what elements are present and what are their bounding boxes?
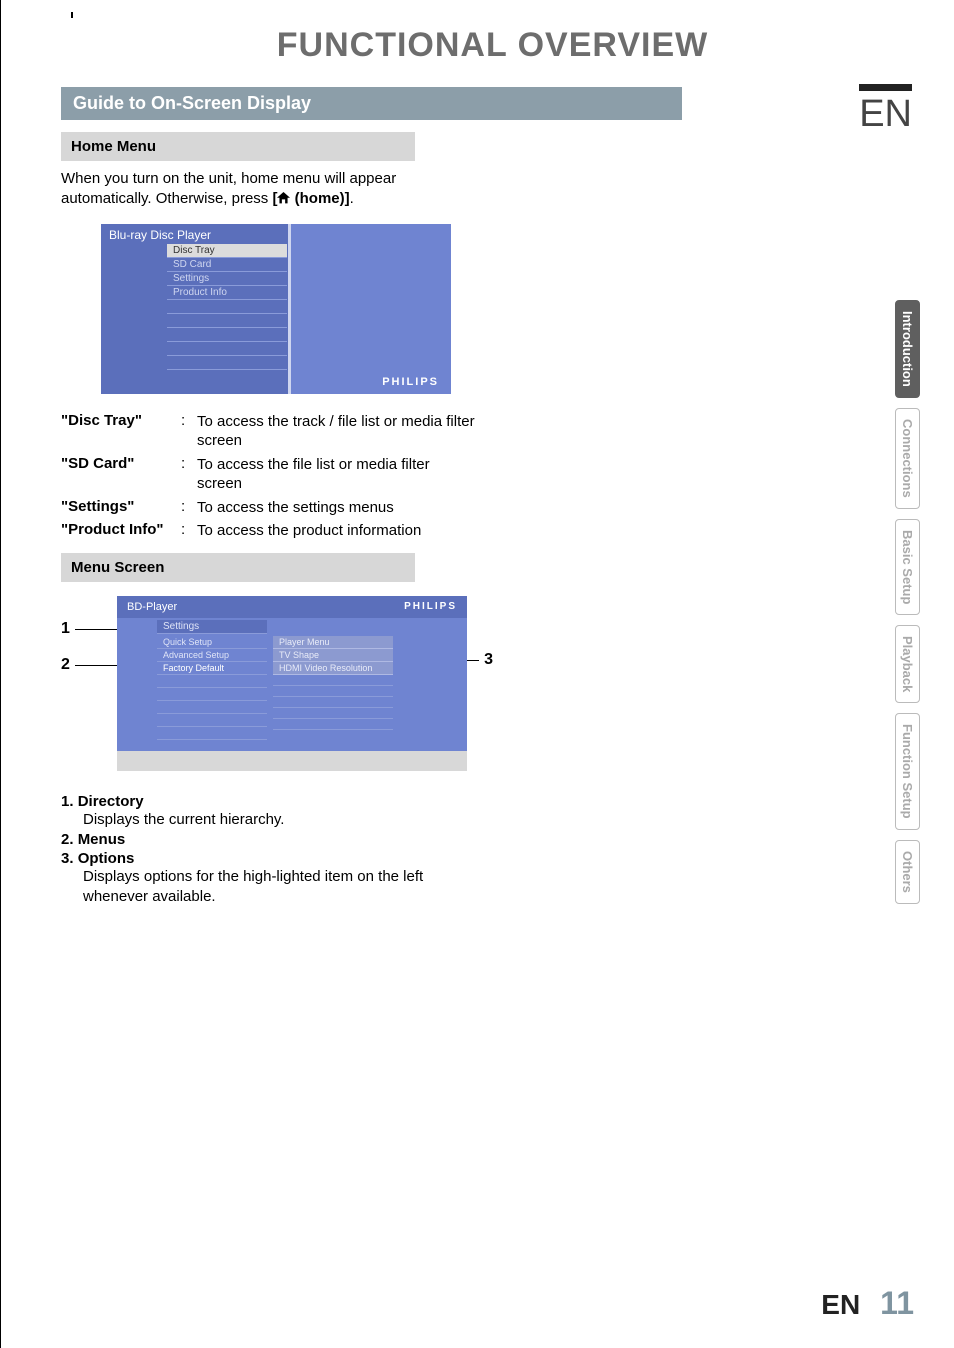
definition-row: "SD Card" : To access the file list or m… — [61, 455, 475, 494]
page-title: FUNCTIONAL OVERVIEW — [61, 26, 924, 65]
definition-desc: To access the settings menus — [197, 498, 475, 518]
definition-colon: : — [181, 521, 197, 541]
callout-2-label: 2 — [61, 656, 70, 673]
subsection-menu-screen: Menu Screen — [61, 553, 415, 582]
screenshot-row-blank — [273, 697, 393, 708]
definition-desc: To access the file list or media filter … — [197, 455, 475, 494]
section-heading: Guide to On-Screen Display — [61, 87, 682, 120]
subsection-home-menu: Home Menu — [61, 132, 415, 161]
tab-others[interactable]: Others — [895, 840, 920, 904]
screenshot-menu-item: Disc Tray — [167, 244, 287, 258]
screenshot-row: Factory Default — [157, 662, 267, 675]
screenshot-row: TV Shape — [273, 649, 393, 662]
screenshot-menu: Disc Tray SD Card Settings Product Info — [167, 244, 287, 370]
definition-desc: To access the product information — [197, 521, 475, 541]
definition-term: "Disc Tray" — [61, 412, 181, 451]
screenshot-right-column: Player Menu TV Shape HDMI Video Resoluti… — [273, 636, 393, 730]
definition-row: "Product Info" : To access the product i… — [61, 521, 475, 541]
definition-desc: To access the track / file list or media… — [197, 412, 475, 451]
screenshot-row-blank — [273, 675, 393, 686]
screenshot-row: HDMI Video Resolution — [273, 662, 393, 675]
screenshot-row: Quick Setup — [157, 636, 267, 649]
list-term: Directory — [78, 793, 144, 810]
screenshot-left-column: Quick Setup Advanced Setup Factory Defau… — [157, 636, 267, 740]
screenshot-menu-blank — [167, 356, 287, 370]
intro-home-label: (home)] — [290, 190, 349, 207]
tab-basic-setup[interactable]: Basic Setup — [895, 519, 920, 615]
tab-playback[interactable]: Playback — [895, 625, 920, 703]
screenshot-breadcrumb: Settings — [157, 620, 267, 634]
home-icon — [277, 192, 290, 204]
definition-term: "Settings" — [61, 498, 181, 518]
menu-screen-screenshot: BD-Player PHILIPS Settings Quick Setup A… — [117, 596, 467, 771]
screenshot-row-blank — [157, 727, 267, 740]
screenshot-menu-blank — [167, 314, 287, 328]
screenshot-row-blank — [273, 686, 393, 697]
definition-colon: : — [181, 498, 197, 518]
list-number: 2. — [61, 831, 74, 848]
screenshot-row: Advanced Setup — [157, 649, 267, 662]
list-term: Options — [78, 850, 135, 867]
screenshot-row-blank — [157, 675, 267, 688]
brand-logo: PHILIPS — [404, 601, 457, 612]
tab-function-setup[interactable]: Function Setup — [895, 713, 920, 830]
side-tabs: Introduction Connections Basic Setup Pla… — [895, 300, 920, 904]
list-item: 2. Menus — [61, 831, 475, 848]
definition-colon: : — [181, 455, 197, 494]
callout-1: 1 — [61, 620, 70, 638]
screenshot-menu-item: SD Card — [167, 258, 287, 272]
definition-term: "SD Card" — [61, 455, 181, 494]
manual-page: FUNCTIONAL OVERVIEW EN Guide to On-Scree… — [0, 0, 954, 1348]
screenshot-row-blank — [273, 708, 393, 719]
tab-connections[interactable]: Connections — [895, 408, 920, 509]
screenshot-menu-blank — [167, 328, 287, 342]
screenshot-title: Blu-ray Disc Player — [101, 224, 288, 246]
brand-logo: PHILIPS — [382, 376, 439, 388]
screenshot-top-left: BD-Player — [127, 601, 177, 613]
language-indicator: EN — [859, 84, 912, 136]
screenshot-row-blank — [273, 719, 393, 730]
footer-lang: EN — [821, 1289, 860, 1321]
definition-colon: : — [181, 412, 197, 451]
callout-3-label: 3 — [484, 651, 493, 668]
screenshot-menu-blank — [167, 342, 287, 356]
tab-introduction[interactable]: Introduction — [895, 300, 920, 398]
screenshot-sidebar: Blu-ray Disc Player Disc Tray SD Card Se… — [101, 224, 291, 394]
list-number: 3. — [61, 850, 74, 867]
intro-period: . — [350, 190, 354, 207]
page-footer: EN 11 — [821, 1285, 914, 1322]
home-menu-definitions: "Disc Tray" : To access the track / file… — [61, 412, 475, 541]
screenshot-menu-blank — [167, 300, 287, 314]
screenshot-row-blank — [157, 714, 267, 727]
list-item: 1. Directory Displays the current hierar… — [61, 793, 475, 830]
list-number: 1. — [61, 793, 74, 810]
callout-2: 2 — [61, 656, 70, 674]
numbered-list: 1. Directory Displays the current hierar… — [61, 793, 475, 907]
menu-screen-wrapper: 1 2 3 BD-Player PHILIPS Settings Quick S… — [61, 596, 481, 771]
callout-1-label: 1 — [61, 620, 70, 637]
list-item: 3. Options Displays options for the high… — [61, 850, 475, 906]
screenshot-menu-item: Product Info — [167, 286, 287, 300]
footer-page-number: 11 — [880, 1285, 914, 1322]
list-desc: Displays options for the high-lighted it… — [83, 867, 475, 906]
definition-term: "Product Info" — [61, 521, 181, 541]
home-menu-screenshot: Blu-ray Disc Player Disc Tray SD Card Se… — [101, 224, 451, 394]
screenshot-row: Player Menu — [273, 636, 393, 649]
screenshot-body: Settings Quick Setup Advanced Setup Fact… — [117, 618, 467, 751]
callout-3: 3 — [484, 651, 493, 669]
screenshot-row-blank — [157, 688, 267, 701]
screenshot-row-blank — [157, 701, 267, 714]
screenshot-footer — [117, 751, 467, 771]
screenshot-menu-item: Settings — [167, 272, 287, 286]
screenshot-topbar: BD-Player PHILIPS — [117, 596, 467, 618]
definition-row: "Settings" : To access the settings menu… — [61, 498, 475, 518]
list-desc: Displays the current hierarchy. — [83, 810, 475, 830]
definition-row: "Disc Tray" : To access the track / file… — [61, 412, 475, 451]
list-term: Menus — [78, 831, 126, 848]
home-menu-intro: When you turn on the unit, home menu wil… — [61, 169, 449, 210]
